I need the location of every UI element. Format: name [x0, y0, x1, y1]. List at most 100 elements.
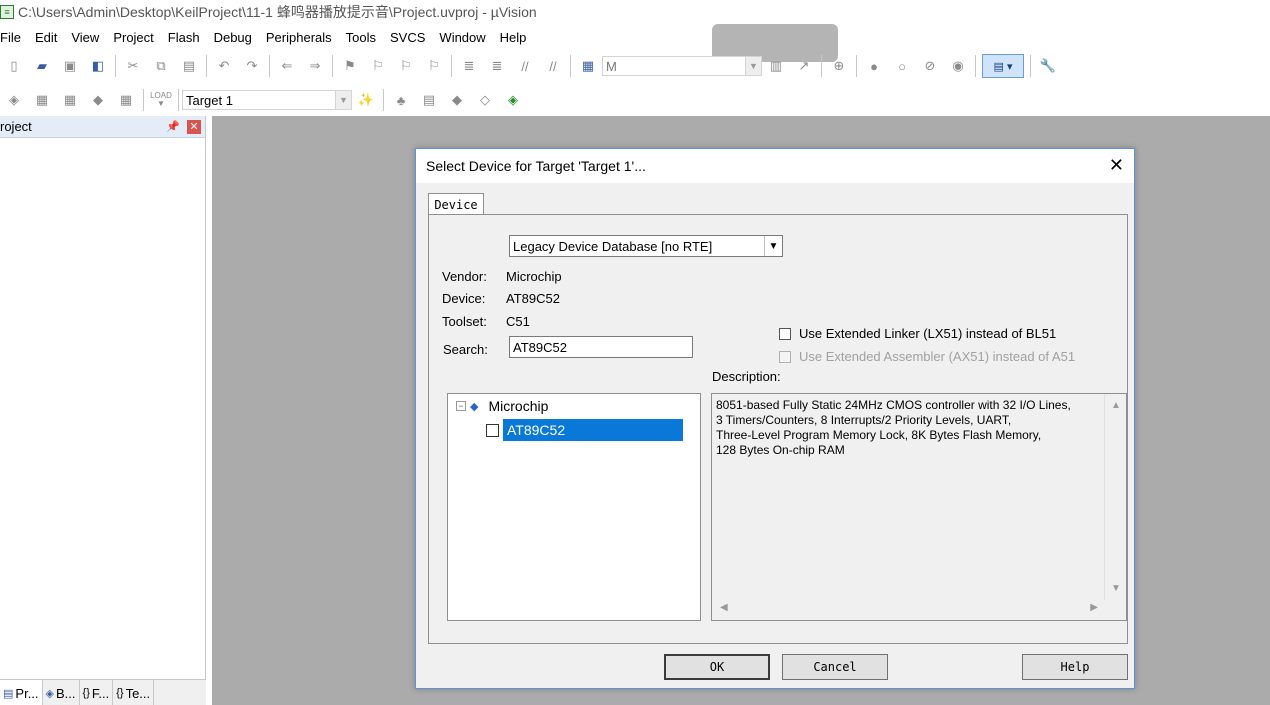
breakpoint-kill-all-icon[interactable]: ◉ [947, 55, 969, 77]
window-layout-dropdown[interactable]: ▤ ▾ [982, 54, 1024, 78]
comment-icon[interactable]: // [514, 55, 536, 77]
tab-project[interactable]: ▤ Pr... [0, 680, 43, 705]
breakpoint-disable-all-icon[interactable]: ⊘ [919, 55, 941, 77]
target-combo[interactable]: Target 1 ▼ [182, 90, 352, 110]
incremental-find-icon[interactable]: ↗ [793, 55, 815, 77]
menu-view[interactable]: View [71, 30, 107, 45]
scroll-up-icon[interactable]: ▲ [1105, 400, 1127, 411]
manage-rte-icon[interactable]: ◈ [502, 89, 524, 111]
menu-help[interactable]: Help [500, 30, 535, 45]
bookmark-clear-icon[interactable]: ⚐ [423, 55, 445, 77]
checkbox-box [779, 350, 791, 363]
collapse-icon[interactable]: − [456, 401, 466, 411]
device-database-select[interactable]: Legacy Device Database [no RTE] ▼ [509, 235, 783, 257]
build-toolbar: ◈ ▦ ▦ ◆ ▦ LOAD ▼ Target 1 ▼ ✨ ♣ ▤ ◆ ◇ ◈ [0, 84, 536, 116]
search-label: Search: [443, 342, 488, 357]
pack-installer-icon[interactable]: ◇ [474, 89, 496, 111]
nav-forward-icon[interactable]: ⇒ [304, 55, 326, 77]
bookmark-next-icon[interactable]: ⚐ [395, 55, 417, 77]
vendor-value: Microchip [506, 269, 562, 284]
close-icon[interactable]: ✕ [1109, 156, 1124, 174]
nav-back-icon[interactable]: ⇐ [276, 55, 298, 77]
close-icon[interactable]: ✕ [187, 120, 201, 134]
extended-assembler-label: Use Extended Assembler (AX51) instead of… [799, 349, 1076, 364]
uvision-app-icon: ≡ [0, 5, 14, 19]
chevron-down-icon[interactable]: ▼ [745, 57, 761, 75]
chevron-down-icon[interactable]: ▼ [335, 91, 351, 109]
extended-linker-checkbox[interactable]: Use Extended Linker (LX51) instead of BL… [779, 326, 1056, 341]
toolbar-separator [570, 55, 571, 77]
description-hscrollbar[interactable]: ◀ ▶ [712, 598, 1106, 620]
tab-functions[interactable]: {} F... [80, 680, 114, 705]
tree-vendor-node[interactable]: − ◆ Microchip [456, 398, 548, 414]
find-in-files-icon[interactable]: ▦ [577, 55, 599, 77]
tab-device[interactable]: Device [428, 193, 484, 215]
build-icon[interactable]: ▦ [31, 89, 53, 111]
bookmark-prev-icon[interactable]: ⚐ [367, 55, 389, 77]
undo-icon[interactable]: ↶ [213, 55, 235, 77]
breakpoint-enable-icon[interactable]: ○ [891, 55, 913, 77]
file-extensions-icon[interactable]: ♣ [390, 89, 412, 111]
menu-debug[interactable]: Debug [214, 30, 260, 45]
ok-button[interactable]: OK [664, 654, 770, 680]
download-load-icon[interactable]: LOAD ▼ [150, 89, 172, 111]
tab-templates[interactable]: {} Te... [113, 680, 155, 705]
menu-edit[interactable]: Edit [35, 30, 65, 45]
help-button[interactable]: Help [1022, 654, 1128, 680]
project-tab-icon: ▤ [3, 687, 14, 700]
toolbar-separator [178, 89, 179, 111]
pin-icon[interactable]: 📌 [166, 120, 180, 133]
menu-file[interactable]: File [0, 30, 29, 45]
cancel-button[interactable]: Cancel [782, 654, 888, 680]
description-vscrollbar[interactable]: ▲ ▼ [1104, 394, 1126, 600]
stop-build-icon[interactable]: ▦ [115, 89, 137, 111]
breakpoint-insert-icon[interactable]: ● [863, 55, 885, 77]
tree-device-label[interactable]: AT89C52 [503, 419, 683, 441]
menu-peripherals[interactable]: Peripherals [266, 30, 340, 45]
paste-icon[interactable]: ▤ [178, 55, 200, 77]
menu-project[interactable]: Project [113, 30, 161, 45]
scroll-down-icon[interactable]: ▼ [1105, 583, 1127, 594]
search-input[interactable]: AT89C52 [509, 336, 693, 358]
manage-components-icon[interactable]: ▤ [418, 89, 440, 111]
zoom-icon[interactable]: ⊕ [828, 55, 850, 77]
menu-bar: File Edit View Project Flash Debug Perip… [0, 26, 540, 48]
unindent-icon[interactable]: ≣ [486, 55, 508, 77]
file-toolbar: ▯ ▰ ▣ ◧ ✂ ⧉ ▤ ↶ ↷ ⇐ ⇒ ⚑ ⚐ ⚐ ⚐ ≣ ≣ // // … [0, 50, 1090, 82]
scroll-left-icon[interactable]: ◀ [720, 602, 728, 613]
find-icon[interactable]: ▥ [765, 55, 787, 77]
open-folder-icon[interactable]: ▰ [31, 55, 53, 77]
chevron-down-icon[interactable]: ▼ [764, 236, 782, 256]
configure-wrench-icon[interactable]: 🔧 [1037, 55, 1059, 77]
select-packs-icon[interactable]: ◆ [446, 89, 468, 111]
menu-svcs[interactable]: SVCS [390, 30, 433, 45]
menu-flash[interactable]: Flash [168, 30, 208, 45]
bookmark-toggle-icon[interactable]: ⚑ [339, 55, 361, 77]
checkbox-box[interactable] [779, 327, 791, 340]
window-title: C:\Users\Admin\Desktop\KeilProject\11-1 … [18, 4, 537, 20]
save-all-icon[interactable]: ◧ [87, 55, 109, 77]
scroll-right-icon[interactable]: ▶ [1090, 602, 1098, 613]
indent-icon[interactable]: ≣ [458, 55, 480, 77]
tab-label: Te... [125, 685, 151, 701]
target-options-icon[interactable]: ✨ [355, 89, 377, 111]
redo-icon[interactable]: ↷ [241, 55, 263, 77]
translate-icon[interactable]: ◈ [3, 89, 25, 111]
device-database-value: Legacy Device Database [no RTE] [513, 238, 713, 254]
tab-books[interactable]: ◈ B... [43, 680, 80, 705]
tree-device-node[interactable]: AT89C52 [486, 419, 683, 441]
menu-window[interactable]: Window [439, 30, 493, 45]
uncomment-icon[interactable]: // [542, 55, 564, 77]
tree-vendor-label: Microchip [488, 398, 549, 414]
new-file-icon[interactable]: ▯ [3, 55, 25, 77]
toolbar-separator [451, 55, 452, 77]
save-icon[interactable]: ▣ [59, 55, 81, 77]
cut-icon[interactable]: ✂ [122, 55, 144, 77]
menu-tools[interactable]: Tools [346, 30, 384, 45]
copy-icon[interactable]: ⧉ [150, 55, 172, 77]
batch-build-icon[interactable]: ◆ [87, 89, 109, 111]
device-tree[interactable]: − ◆ Microchip AT89C52 [447, 393, 701, 621]
dialog-titlebar: Select Device for Target 'Target 1'... ✕ [416, 149, 1134, 183]
find-combo[interactable]: M ▼ [602, 56, 762, 76]
rebuild-icon[interactable]: ▦ [59, 89, 81, 111]
